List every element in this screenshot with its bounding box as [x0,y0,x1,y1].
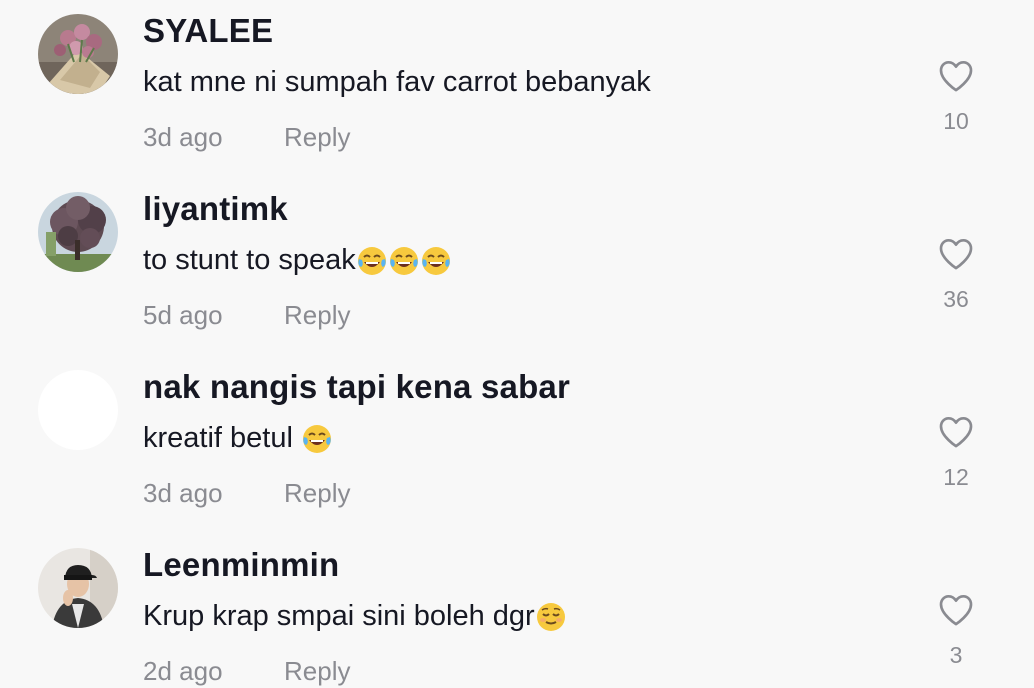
comment-meta: 3d ago Reply [143,122,350,153]
comment-item: Leenminmin Krup krap smpai sini boleh dg… [0,534,1034,688]
comment-item: liyantimk to stunt to speak 5d ago Reply … [0,178,1034,356]
like-button[interactable]: 12 [932,412,980,491]
comment-meta: 3d ago Reply [143,478,350,509]
username[interactable]: liyantimk [143,190,288,228]
avatar[interactable] [38,14,118,94]
like-count: 12 [943,464,969,490]
comment-meta: 2d ago Reply [143,656,350,687]
tears-of-joy-emoji-icon [388,245,420,277]
comment-item: SYALEE kat mne ni sumpah fav carrot beba… [0,0,1034,178]
tears-of-joy-emoji-icon [420,245,452,277]
comment-time: 3d ago [143,122,223,152]
tears-of-joy-emoji-icon [301,423,333,455]
like-count: 36 [943,286,969,312]
comment-text: Krup krap smpai sini boleh dgr [143,600,567,633]
heart-icon[interactable] [936,234,976,274]
avatar[interactable] [38,548,118,628]
comment-text-content: to stunt to speak [143,244,356,276]
like-button[interactable]: 36 [932,234,980,313]
comment-time: 2d ago [143,656,223,686]
tears-of-joy-emoji-icon [356,245,388,277]
like-button[interactable]: 10 [932,56,980,135]
reply-button[interactable]: Reply [284,300,350,331]
comment-time: 5d ago [143,300,223,330]
comment-text-content: kreatif betul [143,422,301,454]
username[interactable]: nak nangis tapi kena sabar [143,368,570,406]
reply-button[interactable]: Reply [284,478,350,509]
comment-text: kreatif betul [143,422,333,455]
relieved-face-emoji-icon [535,601,567,633]
like-count: 10 [943,108,969,134]
comment-text-content: Krup krap smpai sini boleh dgr [143,600,535,632]
reply-button[interactable]: Reply [284,122,350,153]
heart-icon[interactable] [936,590,976,630]
comment-text: to stunt to speak [143,244,452,277]
comment-time: 3d ago [143,478,223,508]
like-button[interactable]: 3 [932,590,980,669]
avatar[interactable] [38,370,118,450]
comment-text-content: kat mne ni sumpah fav carrot bebanyak [143,66,651,98]
comment-list: SYALEE kat mne ni sumpah fav carrot beba… [0,0,1034,688]
heart-icon[interactable] [936,56,976,96]
comment-text: kat mne ni sumpah fav carrot bebanyak [143,66,651,99]
comment-item: nak nangis tapi kena sabar kreatif betul… [0,356,1034,534]
username[interactable]: SYALEE [143,12,273,50]
avatar[interactable] [38,192,118,272]
heart-icon[interactable] [936,412,976,452]
comment-meta: 5d ago Reply [143,300,350,331]
reply-button[interactable]: Reply [284,656,350,687]
username[interactable]: Leenminmin [143,546,339,584]
like-count: 3 [949,642,963,668]
